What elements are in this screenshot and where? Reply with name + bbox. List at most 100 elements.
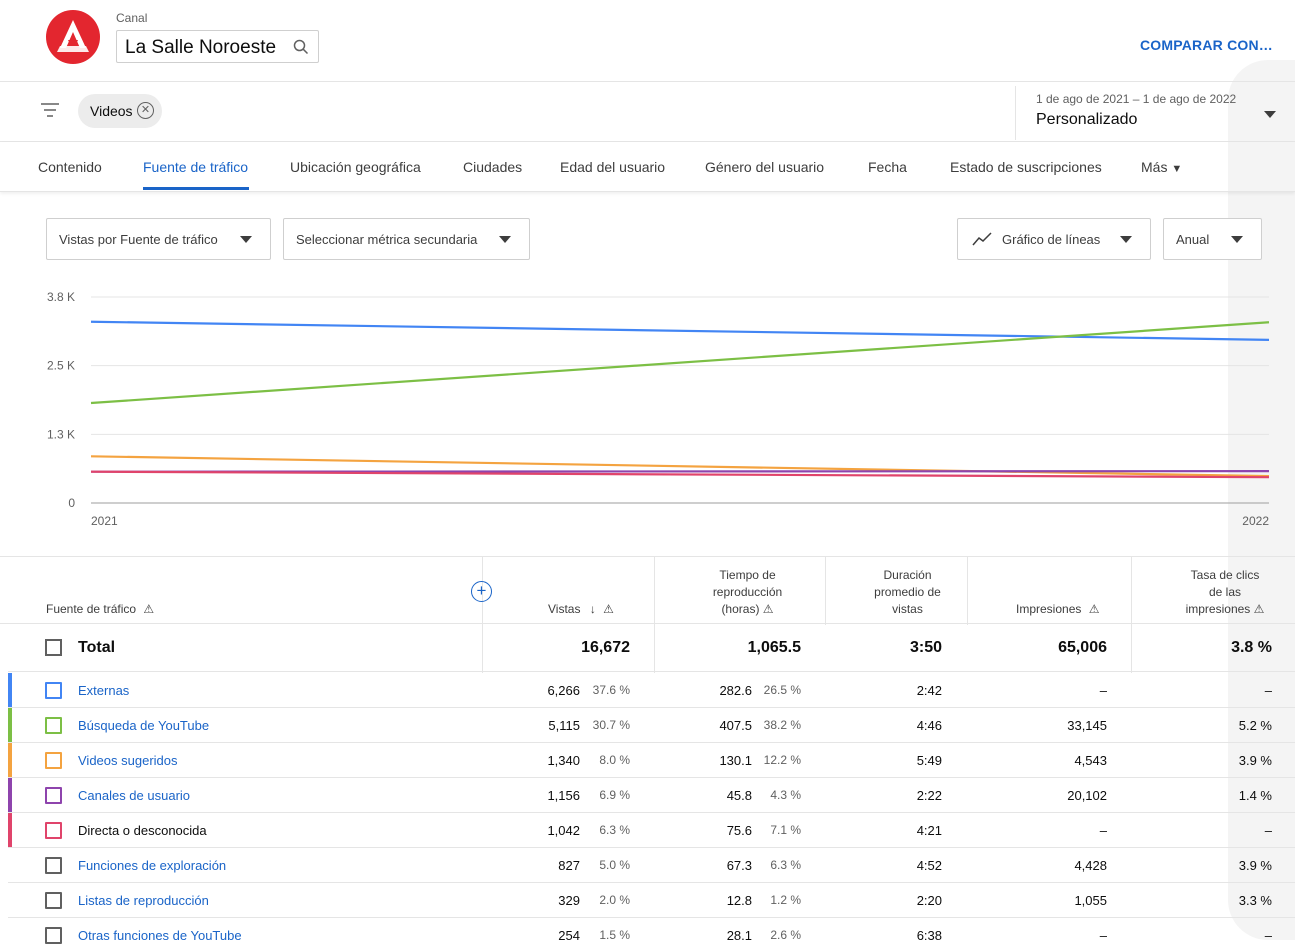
table-row: Externas 6,266 37.6 % 282.6 26.5 % 2:42 – –	[8, 673, 1295, 708]
tab-estado-de-suscripciones[interactable]: Estado de suscripciones	[950, 159, 1102, 175]
header-watch-time-line1: Tiempo de	[719, 568, 776, 582]
series-line	[90, 321, 1270, 405]
watch-time-percent: 4.3 %	[770, 788, 801, 802]
avg-duration-value: 2:42	[916, 683, 942, 698]
impressions-value: 33,145	[1067, 718, 1107, 733]
period-dropdown[interactable]: Anual	[1163, 218, 1262, 260]
total-impressions: 65,006	[1058, 639, 1107, 656]
date-preset[interactable]: Personalizado	[1036, 111, 1137, 129]
row-checkbox[interactable]	[45, 682, 62, 699]
search-icon[interactable]	[293, 39, 309, 60]
views-value: 254	[558, 928, 580, 943]
source-name[interactable]: Funciones de exploración	[78, 858, 226, 873]
watch-time-percent: 1.2 %	[770, 893, 801, 907]
source-name: Directa o desconocida	[78, 823, 207, 838]
ctr-value: 5.2 %	[1238, 718, 1272, 733]
views-percent: 30.7 %	[592, 718, 630, 732]
channel-label: Canal	[116, 11, 148, 25]
chevron-down-icon[interactable]	[1264, 106, 1276, 124]
series-color-bar	[8, 673, 12, 707]
views-value: 329	[558, 893, 580, 908]
source-name[interactable]: Videos sugeridos	[78, 753, 178, 768]
views-percent: 8.0 %	[599, 753, 630, 767]
total-label: Total	[78, 639, 116, 656]
series-color-bar	[8, 708, 12, 742]
watch-time-value: 282.6	[719, 683, 752, 698]
line-chart-icon	[972, 232, 992, 251]
impressions-value: 4,543	[1074, 753, 1107, 768]
header-impressions[interactable]: Impresiones ⚠	[1016, 601, 1099, 618]
filter-chip-label: Videos	[90, 103, 133, 119]
tab-genero-del-usuario[interactable]: Género del usuario	[705, 159, 824, 175]
divider	[1015, 86, 1016, 140]
views-percent: 37.6 %	[592, 683, 630, 697]
total-checkbox[interactable]	[45, 639, 62, 656]
views-value: 1,340	[547, 753, 580, 768]
close-icon[interactable]: ✕	[137, 102, 154, 119]
ctr-value: 3.9 %	[1238, 858, 1272, 873]
column-divider	[825, 557, 826, 625]
tab-contenido[interactable]: Contenido	[38, 159, 102, 175]
total-watch-time: 1,065.5	[747, 639, 801, 656]
header-avg-duration-line3: vistas	[892, 602, 923, 616]
total-ctr: 3.8 %	[1231, 639, 1272, 656]
filter-chip-videos[interactable]: Videos ✕	[78, 94, 162, 128]
source-name[interactable]: Externas	[78, 683, 129, 698]
chart-type-dropdown[interactable]: Gráfico de líneas	[957, 218, 1151, 260]
row-checkbox[interactable]	[45, 752, 62, 769]
chevron-down-icon	[499, 236, 511, 243]
watch-time-value: 45.8	[726, 788, 752, 803]
header-impressions-label: Impresiones	[1016, 602, 1082, 616]
tab-edad-del-usuario[interactable]: Edad del usuario	[560, 159, 665, 175]
metric-dropdown[interactable]: Vistas por Fuente de tráfico	[46, 218, 271, 260]
tab-fecha[interactable]: Fecha	[868, 159, 907, 175]
ctr-value: 3.9 %	[1238, 753, 1272, 768]
channel-selector[interactable]: La Salle Noroeste	[116, 30, 319, 63]
row-checkbox[interactable]	[45, 892, 62, 909]
secondary-metric-dropdown[interactable]: Seleccionar métrica secundaria	[283, 218, 530, 260]
add-column-icon[interactable]: +	[471, 581, 492, 602]
avg-duration-value: 2:22	[916, 788, 942, 803]
compare-button[interactable]: COMPARAR CON…	[1140, 37, 1273, 53]
channel-header: Canal La Salle Noroeste COMPARAR CON…	[0, 0, 1295, 82]
tab-ubicacion-geografica[interactable]: Ubicación geográfica	[290, 159, 421, 175]
source-name[interactable]: Listas de reproducción	[78, 893, 209, 908]
header-watch-time-line3-label: (horas)	[721, 602, 760, 616]
row-checkbox[interactable]	[45, 822, 62, 839]
watch-time-percent: 26.5 %	[763, 683, 801, 697]
filter-icon[interactable]	[40, 102, 60, 123]
watch-time-value: 67.3	[726, 858, 752, 873]
tab-mas[interactable]: Más ▼	[1141, 159, 1182, 175]
header-ctr-line2: de las	[1208, 585, 1242, 599]
row-checkbox[interactable]	[45, 927, 62, 944]
tab-fuente-de-trafico[interactable]: Fuente de tráfico	[143, 159, 248, 175]
header-ctr-line1: Tasa de clics	[1190, 568, 1260, 582]
ctr-value: 1.4 %	[1238, 788, 1272, 803]
chevron-down-icon	[1120, 236, 1132, 243]
header-source[interactable]: Fuente de tráfico ⚠	[46, 601, 154, 618]
secondary-metric-label: Seleccionar métrica secundaria	[296, 232, 478, 247]
header-ctr[interactable]: Tasa de clics de las impresiones ⚠	[1170, 567, 1280, 618]
watch-time-percent: 2.6 %	[770, 928, 801, 942]
row-checkbox[interactable]	[45, 857, 62, 874]
header-watch-time[interactable]: Tiempo de reproducción (horas) ⚠	[690, 567, 805, 618]
header-source-label: Fuente de tráfico	[46, 602, 137, 616]
source-name[interactable]: Otras funciones de YouTube	[78, 928, 242, 943]
impressions-value: 4,428	[1074, 858, 1107, 873]
avg-duration-value: 4:52	[916, 858, 942, 873]
header-ctr-line3: impresiones ⚠	[1170, 601, 1280, 618]
watch-time-value: 75.6	[726, 823, 752, 838]
views-percent: 5.0 %	[599, 858, 630, 872]
table-row: Otras funciones de YouTube 254 1.5 % 28.1 2.…	[8, 918, 1295, 947]
source-name[interactable]: Canales de usuario	[78, 788, 190, 803]
table-header: Fuente de tráfico ⚠ + Vistas ↓ ⚠ Tiempo …	[0, 556, 1295, 673]
header-views[interactable]: Vistas ↓ ⚠	[548, 601, 614, 618]
tab-ciudades[interactable]: Ciudades	[463, 159, 522, 175]
header-avg-duration[interactable]: Duración promedio de vistas	[860, 567, 955, 618]
channel-name: La Salle Noroeste	[125, 37, 277, 58]
row-checkbox[interactable]	[45, 717, 62, 734]
row-checkbox[interactable]	[45, 787, 62, 804]
chevron-down-icon	[1231, 236, 1243, 243]
views-value: 1,042	[547, 823, 580, 838]
source-name[interactable]: Búsqueda de YouTube	[78, 718, 209, 733]
